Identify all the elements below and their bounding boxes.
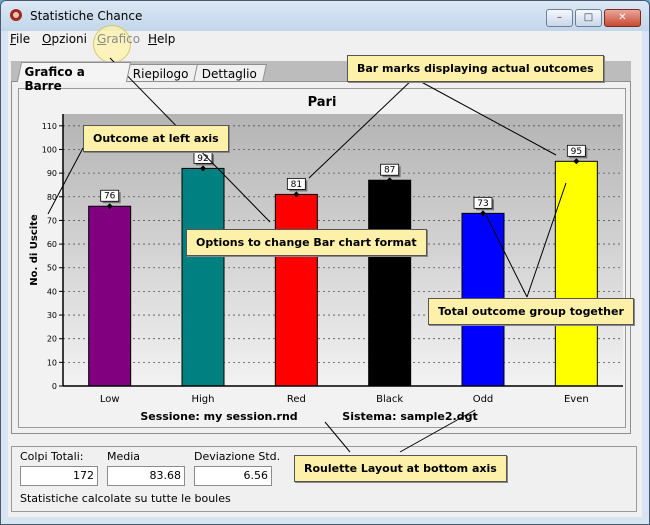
tab-dettaglio-label: Dettaglio [201, 67, 257, 81]
mean-value-field: 83.68 [107, 466, 185, 486]
data-label-red: 81 [291, 180, 302, 190]
app-icon [10, 9, 22, 21]
menu-file-label: ile [16, 32, 31, 46]
y-tick-label: 80 [47, 193, 57, 202]
y-tick-label: 40 [47, 287, 57, 296]
x-tick-label-low: Low [100, 394, 120, 405]
callout-bar-marks: Bar marks displaying actual outcomes [347, 55, 604, 82]
menu-grafico[interactable]: Grafico [97, 32, 140, 46]
x-tick-label-red: Red [287, 394, 306, 405]
data-label-high: 92 [197, 154, 208, 164]
y-tick-label: 110 [42, 122, 57, 131]
total-value-field: 172 [20, 466, 98, 486]
data-label-low: 76 [104, 192, 116, 202]
menu-help-accel: H [148, 32, 158, 46]
callout-bottom-axis: Roulette Layout at bottom axis [294, 455, 507, 482]
x-tick-label-black: Black [376, 394, 403, 405]
x-tick-label-high: High [192, 394, 215, 405]
callout-format-options: Options to change Bar chart format [186, 229, 427, 256]
close-button[interactable]: ✕ [604, 9, 641, 27]
x-tick-label-even: Even [564, 394, 589, 405]
window-title: Statistiche Chance [30, 9, 143, 23]
tab-dettaglio[interactable]: Dettaglio [193, 64, 267, 82]
menu-opzioni-label: pzioni [51, 32, 87, 46]
mean-label: Media [107, 450, 141, 463]
y-tick-label: 20 [47, 335, 57, 344]
std-value-field: 6.56 [194, 466, 272, 486]
maximize-button[interactable]: □ [575, 9, 602, 27]
bar-high [181, 167, 225, 387]
menu-grafico-label: rafico [106, 32, 141, 46]
menu-grafico-accel: G [97, 32, 107, 46]
bar-low [88, 205, 132, 387]
data-label-odd: 73 [477, 199, 488, 209]
title-bar[interactable]: Statistiche Chance – □ ✕ [1, 1, 649, 31]
minimize-button[interactable]: – [546, 9, 573, 27]
tab-grafico-a-barre[interactable]: Grafico a Barre [16, 62, 132, 93]
tab-riepilogo[interactable]: Riepilogo [124, 64, 200, 82]
bar-even [554, 160, 598, 387]
tab-riepilogo-label: Riepilogo [132, 67, 189, 81]
chart-title: Pari [308, 95, 337, 110]
y-tick-label: 60 [47, 240, 57, 249]
callout-left-axis: Outcome at left axis [83, 125, 229, 152]
callout-total-group: Total outcome group together [428, 298, 634, 325]
y-tick-label: 0 [52, 382, 57, 391]
session-footer: Sessione: my session.rnd [140, 410, 297, 423]
menu-opzioni[interactable]: Opzioni [42, 32, 87, 46]
total-label: Colpi Totali: [20, 450, 84, 463]
menu-help[interactable]: Help [148, 32, 175, 46]
y-tick-label: 90 [47, 169, 57, 178]
menu-help-label: elp [157, 32, 176, 46]
y-axis-ticks: 0 10 20 30 40 50 60 70 80 90 100 110 [42, 122, 63, 391]
bar-black [368, 179, 412, 387]
std-label: Deviazione Std. [194, 450, 281, 463]
close-icon: ✕ [618, 12, 627, 23]
menu-file[interactable]: File [10, 32, 30, 46]
y-axis-label: No. di Uscite [29, 214, 40, 286]
y-tick-label: 10 [47, 358, 57, 367]
x-tick-label-odd: Odd [473, 394, 494, 405]
minimize-icon: – [557, 12, 562, 23]
maximize-icon: □ [583, 12, 594, 23]
system-footer: Sistema: sample2.dgt [342, 410, 477, 423]
y-tick-label: 50 [47, 264, 57, 273]
y-tick-label: 100 [42, 145, 57, 154]
tab-grafico-a-barre-label: Grafico a Barre [24, 65, 85, 93]
data-label-black: 87 [384, 166, 395, 176]
data-label-even: 95 [571, 147, 582, 157]
x-axis-labels: Low High Red Black Odd Even [100, 394, 589, 405]
y-tick-label: 30 [47, 311, 57, 320]
y-tick-label: 70 [47, 216, 57, 225]
stats-note: Statistiche calcolate su tutte le boules [20, 492, 231, 505]
bar-red [274, 193, 318, 387]
